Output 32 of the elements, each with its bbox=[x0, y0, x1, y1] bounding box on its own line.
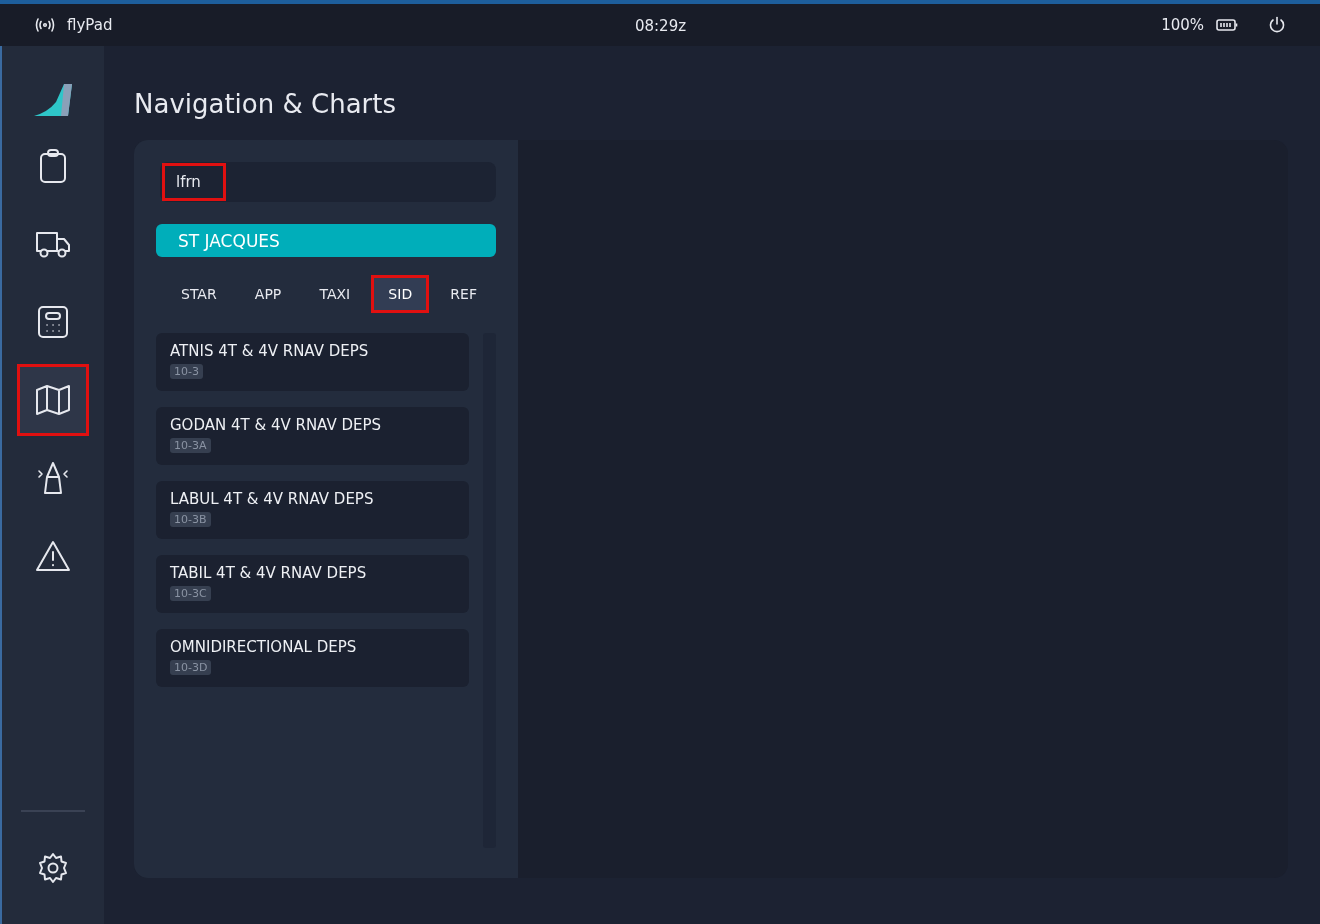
calculator-icon bbox=[37, 305, 69, 339]
nav-button[interactable] bbox=[17, 364, 89, 436]
search-field[interactable]: lfrn bbox=[160, 162, 496, 202]
chart-code-tag: 10-3C bbox=[170, 586, 211, 601]
battery-level: 100% bbox=[1161, 16, 1204, 34]
chart-type-tab[interactable]: APP bbox=[237, 275, 299, 313]
power-button[interactable] bbox=[1268, 16, 1286, 34]
chart-list-item[interactable]: TABIL 4T & 4V RNAV DEPS 10-3C bbox=[156, 555, 469, 613]
truck-icon bbox=[35, 229, 71, 259]
battery-icon bbox=[1216, 18, 1238, 32]
chart-type-tab[interactable]: REF bbox=[433, 275, 494, 313]
chart-code-tag: 10-3B bbox=[170, 512, 211, 527]
tail-fin-logo bbox=[34, 84, 72, 117]
chart-type-tab[interactable]: STAR bbox=[164, 275, 234, 313]
chart-code-tag: 10-3 bbox=[170, 364, 203, 379]
chart-code-tag: 10-3A bbox=[170, 438, 211, 453]
warning-icon bbox=[35, 540, 71, 572]
map-icon bbox=[35, 384, 71, 416]
chart-list-item[interactable]: OMNIDIRECTIONAL DEPS 10-3D bbox=[156, 629, 469, 687]
chart-list-item[interactable]: LABUL 4T & 4V RNAV DEPS 10-3B bbox=[156, 481, 469, 539]
gear-icon bbox=[36, 851, 70, 885]
chart-list-item[interactable]: GODAN 4T & 4V RNAV DEPS 10-3A bbox=[156, 407, 469, 465]
tower-icon bbox=[35, 461, 71, 495]
chart-type-tab[interactable]: SID bbox=[371, 275, 430, 313]
wireless-icon bbox=[35, 18, 55, 32]
chart-type-tab[interactable]: TAXI bbox=[302, 275, 368, 313]
chart-list-item[interactable]: ATNIS 4T & 4V RNAV DEPS 10-3 bbox=[156, 333, 469, 391]
page-title: Navigation & Charts bbox=[134, 88, 398, 121]
clipboard-icon bbox=[38, 148, 68, 184]
chart-code-tag: 10-3D bbox=[170, 660, 212, 675]
clock: 08:29z bbox=[634, 16, 687, 35]
app-name: flyPad bbox=[67, 16, 113, 34]
